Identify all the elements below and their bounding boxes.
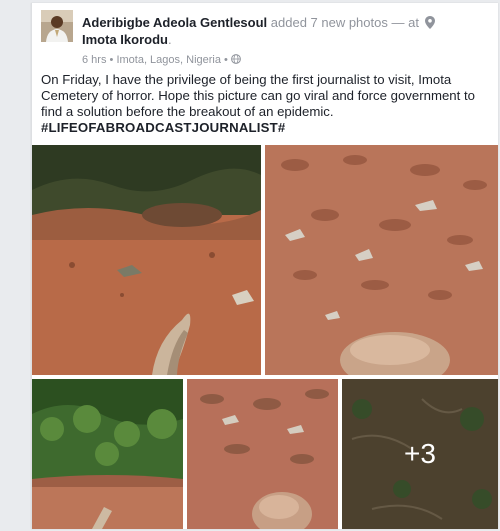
- post-body-text: On Friday, I have the privilege of being…: [41, 72, 475, 119]
- author-name[interactable]: Aderibigbe Adeola Gentlesoul: [82, 15, 267, 30]
- hashtag-link[interactable]: #LIFEOFABROADCASTJOURNALIST#: [41, 120, 493, 136]
- post-body: On Friday, I have the privilege of being…: [41, 72, 493, 136]
- photo-5[interactable]: +3: [342, 379, 498, 529]
- more-photos-count: +3: [404, 438, 436, 469]
- location-pin-icon: [424, 16, 435, 29]
- place-link[interactable]: Imota Ikorodu: [82, 32, 168, 47]
- post-location[interactable]: Imota, Lagos, Nigeria: [116, 54, 221, 66]
- globe-icon: [231, 54, 241, 64]
- photo-4[interactable]: [187, 379, 338, 529]
- photo-2[interactable]: [265, 145, 498, 375]
- photo-3[interactable]: [32, 379, 183, 529]
- more-photos-overlay[interactable]: +3: [342, 379, 498, 529]
- author-avatar[interactable]: [41, 10, 73, 42]
- meta-separator-2: •: [221, 54, 231, 66]
- post-header: Aderibigbe Adeola Gentlesoul added 7 new…: [82, 14, 492, 48]
- place-suffix: .: [167, 32, 172, 47]
- post-action-text: added 7 new photos — at: [267, 15, 423, 30]
- post-meta: 6 hrs • Imota, Lagos, Nigeria •: [82, 53, 241, 67]
- feed-post: Aderibigbe Adeola Gentlesoul added 7 new…: [31, 3, 498, 529]
- post-time[interactable]: 6 hrs: [82, 54, 106, 66]
- photo-1[interactable]: [32, 145, 261, 375]
- meta-separator: •: [106, 54, 117, 66]
